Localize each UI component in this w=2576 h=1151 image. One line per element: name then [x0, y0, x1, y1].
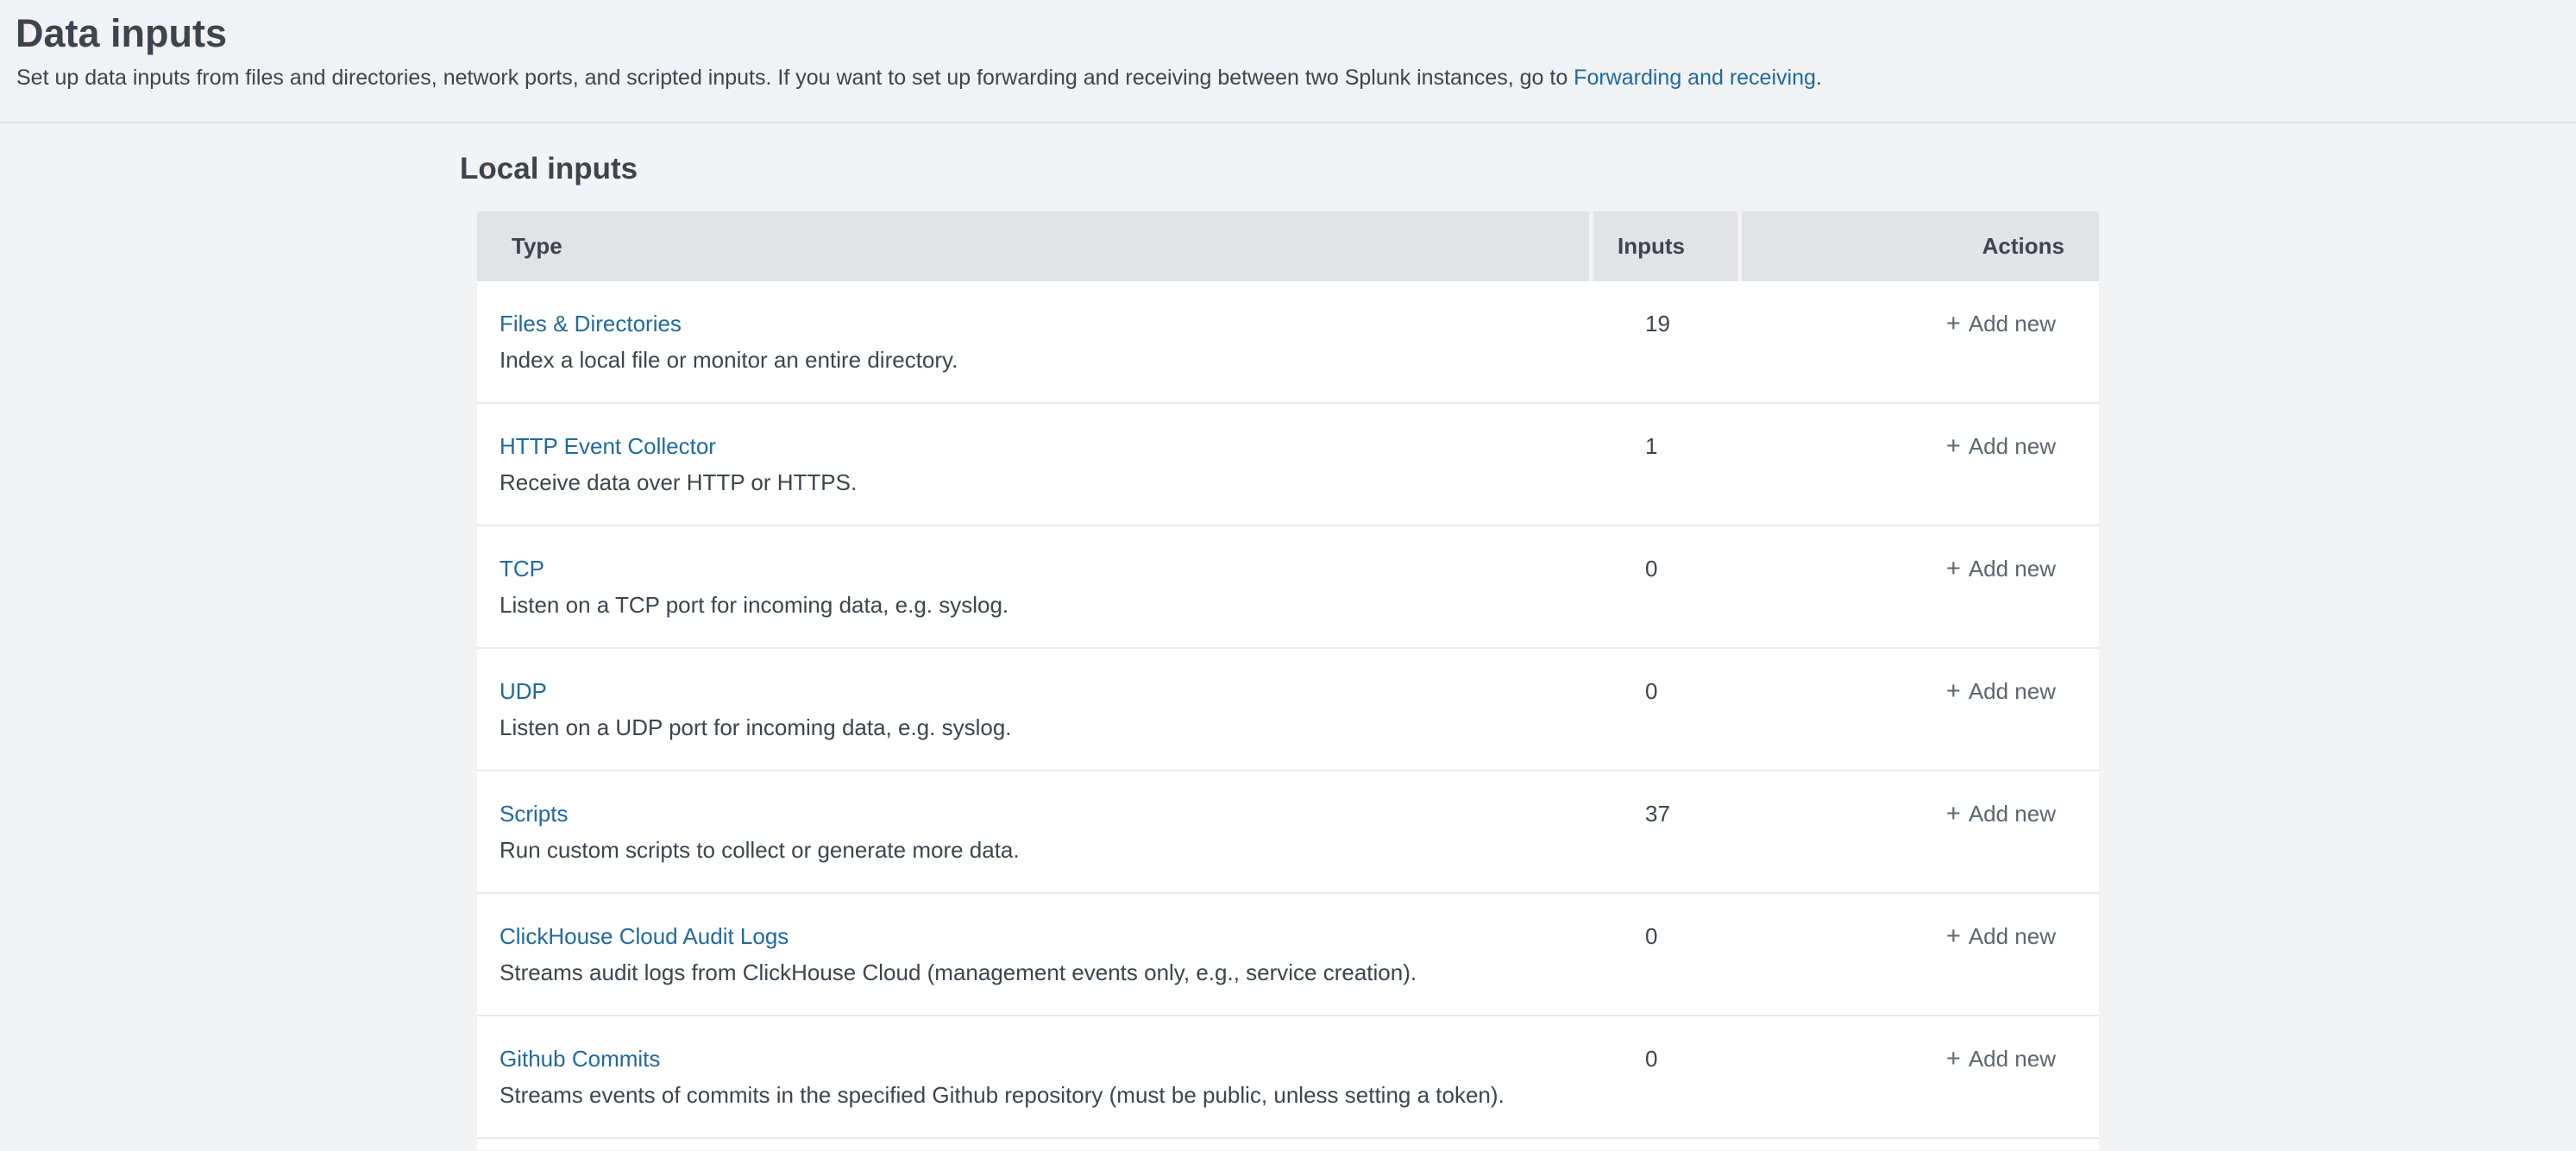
table-row-partial: [477, 1139, 2099, 1150]
column-header-actions: Actions: [1742, 211, 2099, 281]
add-new-link[interactable]: + Add new: [1946, 1041, 2056, 1076]
input-type-link[interactable]: ClickHouse Cloud Audit Logs: [499, 919, 789, 953]
type-cell: HTTP Event Collector Receive data over H…: [477, 404, 1589, 525]
actions-cell: + Add new: [1742, 771, 2099, 892]
column-header-inputs: Inputs: [1593, 211, 1737, 281]
inputs-count: 0: [1593, 1016, 1737, 1137]
page-title: Data inputs: [16, 10, 2550, 57]
add-new-label: Add new: [1969, 556, 2056, 582]
add-new-link[interactable]: + Add new: [1946, 919, 2056, 953]
plus-icon: +: [1946, 429, 1961, 463]
local-inputs-heading: Local inputs: [460, 149, 2576, 189]
add-new-label: Add new: [1969, 678, 2056, 704]
add-new-label: Add new: [1969, 1046, 2056, 1072]
local-inputs-table: Type Inputs Actions Files & Directories …: [477, 211, 2099, 1150]
add-new-label: Add new: [1969, 923, 2056, 949]
add-new-link[interactable]: + Add new: [1946, 306, 2056, 341]
table-header-row: Type Inputs Actions: [477, 211, 2099, 281]
inputs-count: 0: [1593, 649, 1737, 770]
add-new-link[interactable]: + Add new: [1946, 796, 2056, 831]
page-subtitle: Set up data inputs from files and direct…: [16, 64, 2550, 91]
input-type-link[interactable]: TCP: [499, 551, 544, 586]
table-row: Github Commits Streams events of commits…: [477, 1016, 2099, 1139]
plus-icon: +: [1946, 1041, 1961, 1076]
plus-icon: +: [1946, 796, 1961, 831]
input-type-description: Listen on a TCP port for incoming data, …: [499, 588, 1589, 622]
actions-cell: + Add new: [1742, 894, 2099, 1015]
table-body: Files & Directories Index a local file o…: [477, 281, 2099, 1139]
actions-cell: + Add new: [1742, 526, 2099, 647]
add-new-link[interactable]: + Add new: [1946, 551, 2056, 586]
type-cell: Scripts Run custom scripts to collect or…: [477, 771, 1589, 892]
plus-icon: +: [1946, 551, 1961, 586]
table-row: UDP Listen on a UDP port for incoming da…: [477, 649, 2099, 771]
actions-cell: + Add new: [1742, 649, 2099, 770]
input-type-link[interactable]: HTTP Event Collector: [499, 429, 716, 463]
type-cell: Files & Directories Index a local file o…: [477, 281, 1589, 402]
add-new-link[interactable]: + Add new: [1946, 674, 2056, 708]
input-type-description: Streams events of commits in the specifi…: [499, 1078, 1589, 1112]
input-type-description: Run custom scripts to collect or generat…: [499, 833, 1589, 867]
actions-cell: + Add new: [1742, 1016, 2099, 1137]
page-subtitle-text: Set up data inputs from files and direct…: [16, 66, 1574, 90]
page-subtitle-suffix: .: [1816, 66, 1822, 90]
inputs-count: 0: [1593, 894, 1737, 1015]
actions-cell: + Add new: [1742, 281, 2099, 402]
type-cell: UDP Listen on a UDP port for incoming da…: [477, 649, 1589, 770]
table-row: Scripts Run custom scripts to collect or…: [477, 771, 2099, 894]
type-cell: TCP Listen on a TCP port for incoming da…: [477, 526, 1589, 647]
forwarding-and-receiving-link[interactable]: Forwarding and receiving: [1574, 66, 1816, 90]
inputs-count: 0: [1593, 526, 1737, 647]
table-row: HTTP Event Collector Receive data over H…: [477, 404, 2099, 526]
input-type-link[interactable]: Github Commits: [499, 1041, 660, 1076]
input-type-link[interactable]: Files & Directories: [499, 306, 682, 341]
inputs-count: 37: [1593, 771, 1737, 892]
input-type-description: Listen on a UDP port for incoming data, …: [499, 710, 1589, 745]
page-header: Data inputs Set up data inputs from file…: [0, 0, 2576, 123]
input-type-description: Streams audit logs from ClickHouse Cloud…: [499, 955, 1589, 990]
plus-icon: +: [1946, 919, 1961, 953]
type-cell: Github Commits Streams events of commits…: [477, 1016, 1589, 1137]
type-cell: ClickHouse Cloud Audit Logs Streams audi…: [477, 894, 1589, 1015]
input-type-link[interactable]: Scripts: [499, 796, 568, 831]
plus-icon: +: [1946, 674, 1961, 708]
inputs-count: 19: [1593, 281, 1737, 402]
actions-cell: + Add new: [1742, 404, 2099, 525]
table-row: Files & Directories Index a local file o…: [477, 281, 2099, 404]
add-new-label: Add new: [1969, 433, 2056, 459]
add-new-label: Add new: [1969, 801, 2056, 827]
table-row: ClickHouse Cloud Audit Logs Streams audi…: [477, 894, 2099, 1016]
add-new-link[interactable]: + Add new: [1946, 429, 2056, 463]
plus-icon: +: [1946, 306, 1961, 341]
table-row: TCP Listen on a TCP port for incoming da…: [477, 526, 2099, 649]
input-type-link[interactable]: UDP: [499, 674, 547, 708]
input-type-description: Receive data over HTTP or HTTPS.: [499, 465, 1589, 500]
inputs-count: 1: [1593, 404, 1737, 525]
input-type-description: Index a local file or monitor an entire …: [499, 343, 1589, 377]
main-content: Local inputs Type Inputs Actions Files &…: [0, 149, 2576, 1150]
add-new-label: Add new: [1969, 311, 2056, 336]
column-header-type: Type: [477, 211, 1589, 281]
